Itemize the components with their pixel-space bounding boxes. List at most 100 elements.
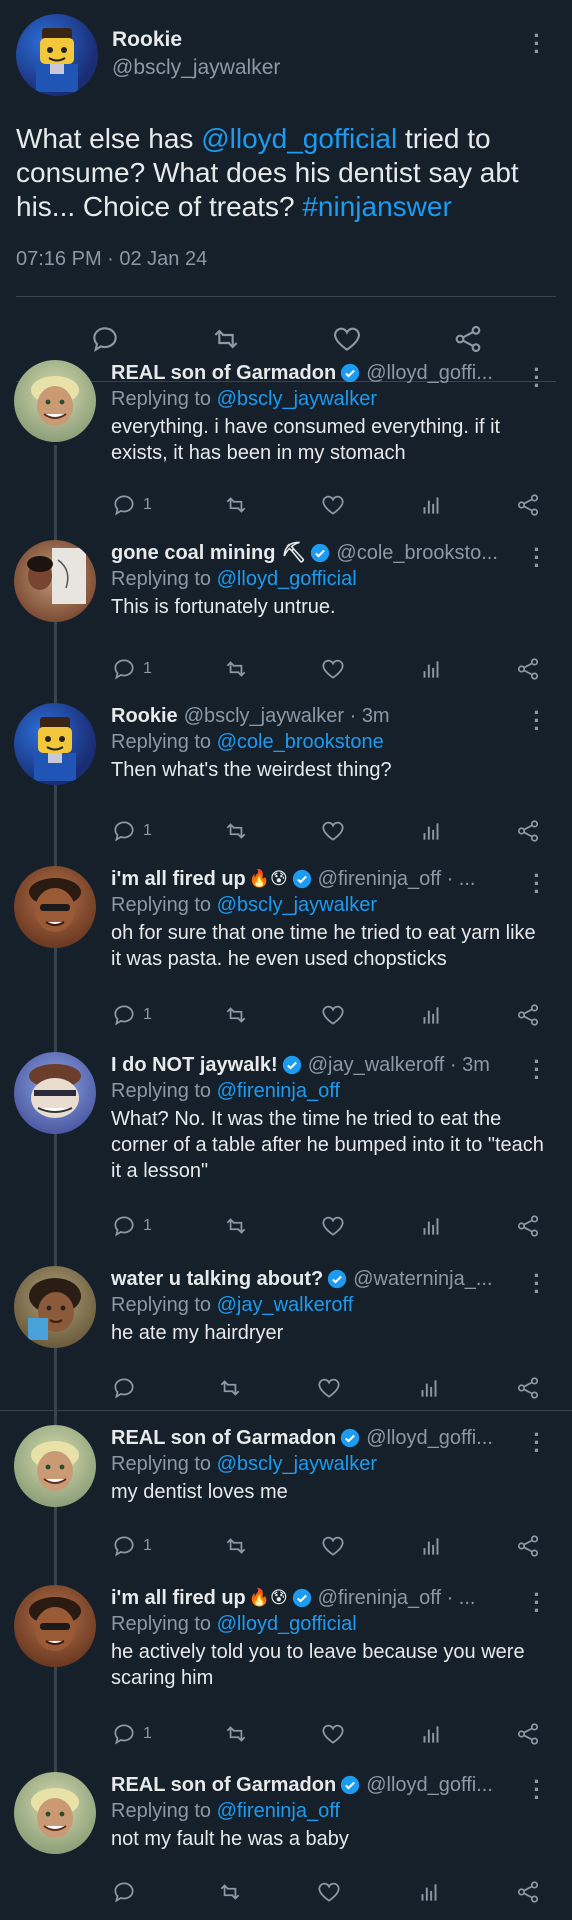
more-dots-icon[interactable]: · · · — [530, 25, 544, 63]
views-button[interactable] — [418, 1721, 444, 1747]
display-name[interactable]: water u talking about? — [111, 1266, 323, 1292]
like-button[interactable] — [320, 492, 346, 518]
views-button[interactable] — [418, 492, 444, 518]
handle[interactable]: @lloyd_goffi... — [366, 1425, 493, 1451]
more-dots-icon[interactable]: · · · — [530, 1051, 544, 1089]
retweet-button[interactable] — [217, 1375, 243, 1401]
reply-icon[interactable] — [89, 323, 121, 355]
replying-to-link[interactable]: @bscly_jaywalker — [217, 1453, 377, 1475]
display-name[interactable]: Rookie — [111, 703, 178, 729]
retweet-button[interactable] — [223, 1533, 249, 1559]
handle[interactable]: @lloyd_goffi... — [366, 360, 493, 386]
share-button[interactable] — [515, 1213, 541, 1239]
display-name[interactable]: REAL son of Garmadon — [111, 1772, 336, 1798]
avatar[interactable] — [14, 360, 96, 442]
share-button[interactable] — [515, 1721, 541, 1747]
more-dots-icon[interactable]: · · · — [530, 1771, 544, 1809]
views-button[interactable] — [418, 818, 444, 844]
like-button[interactable] — [320, 1002, 346, 1028]
more-dots-icon[interactable]: · · · — [530, 1584, 544, 1622]
display-name[interactable]: REAL son of Garmadon — [111, 360, 336, 386]
replying-to-link[interactable]: @bscly_jaywalker — [217, 894, 377, 916]
replying-to-link[interactable]: @fireninja_off — [217, 1800, 340, 1822]
hashtag-link[interactable]: #ninjanswer — [302, 191, 451, 222]
reply-button[interactable]: 1 — [111, 1002, 152, 1028]
avatar[interactable] — [14, 540, 96, 622]
handle[interactable]: @fireninja_off · ... — [318, 1585, 476, 1611]
avatar[interactable] — [14, 1052, 96, 1134]
avatar[interactable] — [14, 1772, 96, 1854]
mention-link[interactable]: @lloyd_gofficial — [201, 123, 397, 154]
share-button[interactable] — [515, 1533, 541, 1559]
handle[interactable]: @fireninja_off · ... — [318, 866, 476, 892]
replying-to-link[interactable]: @fireninja_off — [217, 1080, 340, 1102]
more-dots-icon[interactable]: · · · — [530, 1265, 544, 1303]
share-button[interactable] — [515, 1879, 541, 1905]
reply-button[interactable] — [111, 1375, 143, 1401]
replying-to-link[interactable]: @lloyd_gofficial — [217, 1613, 357, 1635]
replying-to-link[interactable]: @bscly_jaywalker — [217, 388, 377, 410]
avatar[interactable] — [14, 703, 96, 785]
share-button[interactable] — [515, 492, 541, 518]
display-name[interactable]: i'm all fired up — [111, 866, 246, 892]
avatar[interactable] — [14, 1425, 96, 1507]
retweet-icon[interactable] — [210, 323, 242, 355]
reply-button[interactable]: 1 — [111, 492, 152, 518]
views-button[interactable] — [418, 1002, 444, 1028]
avatar[interactable] — [16, 14, 98, 96]
views-button[interactable] — [418, 1213, 444, 1239]
retweet-button[interactable] — [217, 1879, 243, 1905]
reply-button[interactable]: 1 — [111, 1533, 152, 1559]
avatar[interactable] — [14, 866, 96, 948]
display-name[interactable]: Rookie — [112, 27, 280, 53]
more-dots-icon[interactable]: · · · — [530, 359, 544, 397]
display-name[interactable]: REAL son of Garmadon — [111, 1425, 336, 1451]
like-button[interactable] — [316, 1375, 342, 1401]
display-name[interactable]: I do NOT jaywalk! — [111, 1052, 278, 1078]
share-icon[interactable] — [452, 323, 484, 355]
more-dots-icon[interactable]: · · · — [530, 865, 544, 903]
views-button[interactable] — [416, 1879, 442, 1905]
handle[interactable]: @lloyd_goffi... — [366, 1772, 493, 1798]
share-button[interactable] — [515, 656, 541, 682]
like-button[interactable] — [320, 656, 346, 682]
views-button[interactable] — [416, 1375, 442, 1401]
retweet-button[interactable] — [223, 818, 249, 844]
reply-button[interactable]: 1 — [111, 1213, 152, 1239]
display-name[interactable]: gone coal mining ⛏ — [111, 540, 306, 566]
like-button[interactable] — [316, 1879, 342, 1905]
reply-button[interactable]: 1 — [111, 656, 152, 682]
replying-to-link[interactable]: @jay_walkeroff — [217, 1294, 354, 1316]
views-button[interactable] — [418, 1533, 444, 1559]
views-button[interactable] — [418, 656, 444, 682]
handle[interactable]: @bscly_jaywalker — [112, 53, 280, 83]
share-button[interactable] — [515, 1375, 541, 1401]
handle[interactable]: @cole_brooksto... — [336, 540, 498, 566]
retweet-button[interactable] — [223, 656, 249, 682]
replying-to-link[interactable]: @lloyd_gofficial — [217, 568, 357, 590]
share-button[interactable] — [515, 818, 541, 844]
like-button[interactable] — [320, 1533, 346, 1559]
handle[interactable]: @jay_walkeroff · 3m — [308, 1052, 490, 1078]
replying-to-link[interactable]: @cole_brookstone — [217, 731, 384, 753]
retweet-button[interactable] — [223, 1721, 249, 1747]
display-name[interactable]: i'm all fired up — [111, 1585, 246, 1611]
more-dots-icon[interactable]: · · · — [530, 702, 544, 740]
like-button[interactable] — [320, 1721, 346, 1747]
handle[interactable]: @waterninja_... — [353, 1266, 492, 1292]
retweet-button[interactable] — [223, 1213, 249, 1239]
retweet-button[interactable] — [223, 492, 249, 518]
more-dots-icon[interactable]: · · · — [530, 539, 544, 577]
retweet-button[interactable] — [223, 1002, 249, 1028]
avatar[interactable] — [14, 1266, 96, 1348]
heart-icon[interactable] — [331, 323, 363, 355]
reply-button[interactable]: 1 — [111, 1721, 152, 1747]
like-button[interactable] — [320, 818, 346, 844]
handle[interactable]: @bscly_jaywalker · 3m — [184, 703, 390, 729]
reply-button[interactable]: 1 — [111, 818, 152, 844]
reply-button[interactable] — [111, 1879, 143, 1905]
more-dots-icon[interactable]: · · · — [530, 1424, 544, 1462]
avatar[interactable] — [14, 1585, 96, 1667]
like-button[interactable] — [320, 1213, 346, 1239]
share-button[interactable] — [515, 1002, 541, 1028]
